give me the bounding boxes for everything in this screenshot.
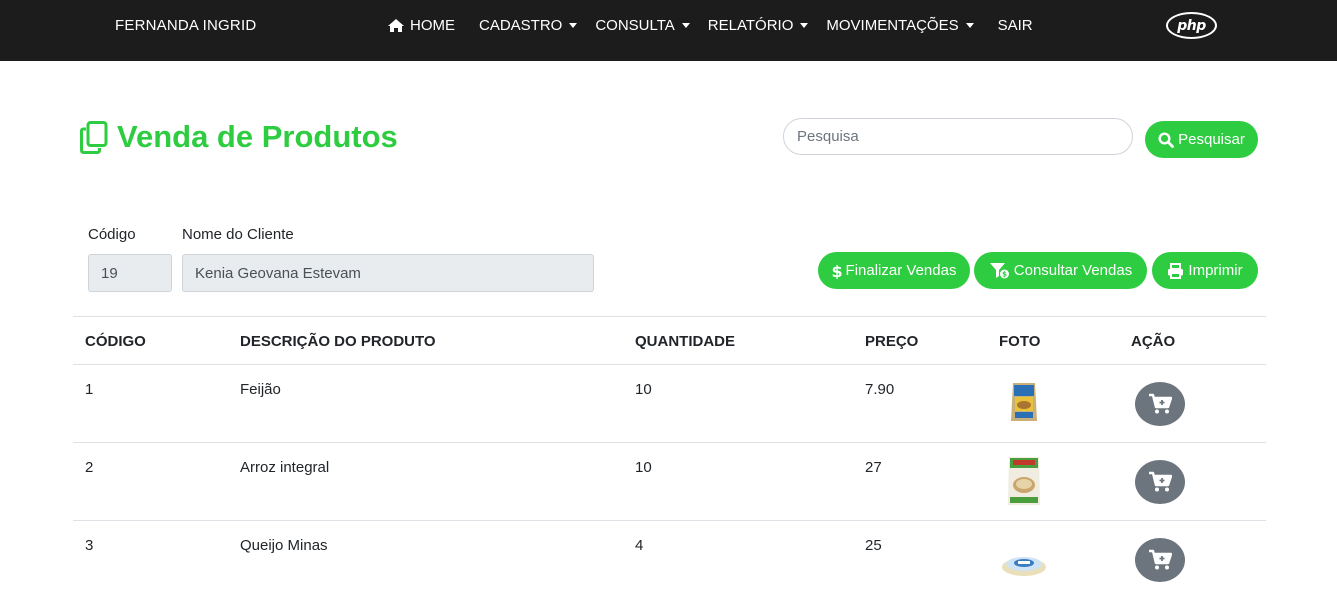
cart-plus-icon — [1149, 549, 1172, 570]
header-codigo[interactable]: CÓDIGO — [85, 333, 146, 350]
table-row: 1 Feijão 10 7.90 — [73, 365, 1266, 443]
nav-item-label: CONSULTA — [595, 17, 675, 34]
nav-item-cadastro[interactable]: CADASTRO — [479, 17, 578, 34]
cart-plus-icon — [1149, 471, 1172, 492]
nav-item-relatorio[interactable]: RELATÓRIO — [708, 17, 809, 34]
nav-item-label: MOVIMENTAÇÕES — [826, 17, 959, 34]
page-title-block: Venda de Produtos — [80, 119, 398, 155]
cell-descricao: Arroz integral — [240, 459, 330, 476]
caret-down-icon — [569, 23, 578, 28]
filter-dollar-icon: $ — [989, 263, 1009, 279]
navbar-menu: HOME CADASTRO CONSULTA RELATÓRIO MOVIMEN… — [387, 17, 1057, 34]
caret-down-icon — [965, 23, 974, 28]
copy-icon — [80, 120, 108, 154]
cell-codigo: 2 — [85, 459, 94, 476]
nav-item-home[interactable]: HOME — [387, 17, 455, 34]
search-icon — [1158, 131, 1175, 148]
cell-preco: 7.90 — [865, 381, 895, 398]
home-icon — [387, 18, 405, 33]
cell-preco: 27 — [865, 459, 882, 476]
product-photo-arroz — [1008, 457, 1040, 505]
finalizar-vendas-label: Finalizar Vendas — [845, 262, 957, 279]
header-descricao[interactable]: DESCRIÇÃO DO PRODUTO — [240, 333, 436, 350]
header-preco[interactable]: PREÇO — [865, 333, 918, 350]
imprimir-label: Imprimir — [1188, 262, 1243, 279]
nav-item-label: SAIR — [997, 17, 1033, 34]
navbar-brand[interactable]: FERNANDA INGRID — [115, 17, 256, 34]
imprimir-button[interactable]: Imprimir — [1152, 252, 1258, 289]
search-button-label: Pesquisar — [1178, 131, 1245, 148]
header-acao: AÇÃO — [1131, 333, 1176, 350]
nav-item-label: RELATÓRIO — [707, 17, 794, 34]
cell-quantidade: 4 — [635, 537, 644, 554]
php-logo: php — [1166, 12, 1217, 39]
table-header-row: CÓDIGO DESCRIÇÃO DO PRODUTO QUANTIDADE P… — [73, 316, 1266, 365]
cell-descricao: Queijo Minas — [240, 537, 328, 554]
nav-item-sair[interactable]: SAIR — [998, 17, 1033, 34]
cell-quantidade: 10 — [635, 459, 652, 476]
cliente-label: Nome do Cliente — [182, 226, 294, 243]
cart-plus-icon — [1149, 393, 1172, 414]
codigo-field[interactable]: 19 — [88, 254, 172, 292]
cell-preco: 25 — [865, 537, 882, 554]
product-photo-queijo — [1002, 557, 1046, 576]
svg-text:$: $ — [1002, 271, 1007, 279]
nav-item-label: CADASTRO — [479, 17, 563, 34]
nav-item-movimentacoes[interactable]: MOVIMENTAÇÕES — [826, 17, 974, 34]
cell-descricao: Feijão — [240, 381, 281, 398]
caret-down-icon — [681, 23, 690, 28]
svg-text:$: $ — [832, 263, 842, 279]
add-to-cart-button[interactable] — [1135, 382, 1185, 426]
top-navbar: FERNANDA INGRID HOME CADASTRO CONSULTA R… — [0, 0, 1337, 61]
finalizar-vendas-button[interactable]: $ Finalizar Vendas — [818, 252, 970, 289]
cell-codigo: 1 — [85, 381, 94, 398]
add-to-cart-button[interactable] — [1135, 460, 1185, 504]
table-row: 2 Arroz integral 10 27 — [73, 443, 1266, 521]
table-row: 3 Queijo Minas 4 25 — [73, 521, 1266, 598]
header-quantidade[interactable]: QUANTIDADE — [635, 333, 735, 350]
print-icon — [1168, 262, 1184, 279]
dollar-icon: $ — [832, 263, 842, 279]
cell-codigo: 3 — [85, 537, 94, 554]
codigo-label: Código — [88, 226, 136, 243]
search-button[interactable]: Pesquisar — [1145, 121, 1258, 158]
header-foto: FOTO — [999, 333, 1041, 350]
cliente-name-field[interactable]: Kenia Geovana Estevam — [182, 254, 594, 292]
product-photo-feijao — [1011, 383, 1037, 421]
page-title: Venda de Produtos — [117, 119, 398, 154]
products-table: CÓDIGO DESCRIÇÃO DO PRODUTO QUANTIDADE P… — [73, 316, 1266, 598]
cell-quantidade: 10 — [635, 381, 652, 398]
consultar-vendas-label: Consultar Vendas — [1013, 262, 1133, 279]
add-to-cart-button[interactable] — [1135, 538, 1185, 582]
caret-down-icon — [800, 23, 809, 28]
consultar-vendas-button[interactable]: $ Consultar Vendas — [974, 252, 1147, 289]
nav-item-consulta[interactable]: CONSULTA — [595, 17, 690, 34]
search-input[interactable] — [783, 118, 1133, 155]
nav-item-label: HOME — [410, 17, 455, 34]
